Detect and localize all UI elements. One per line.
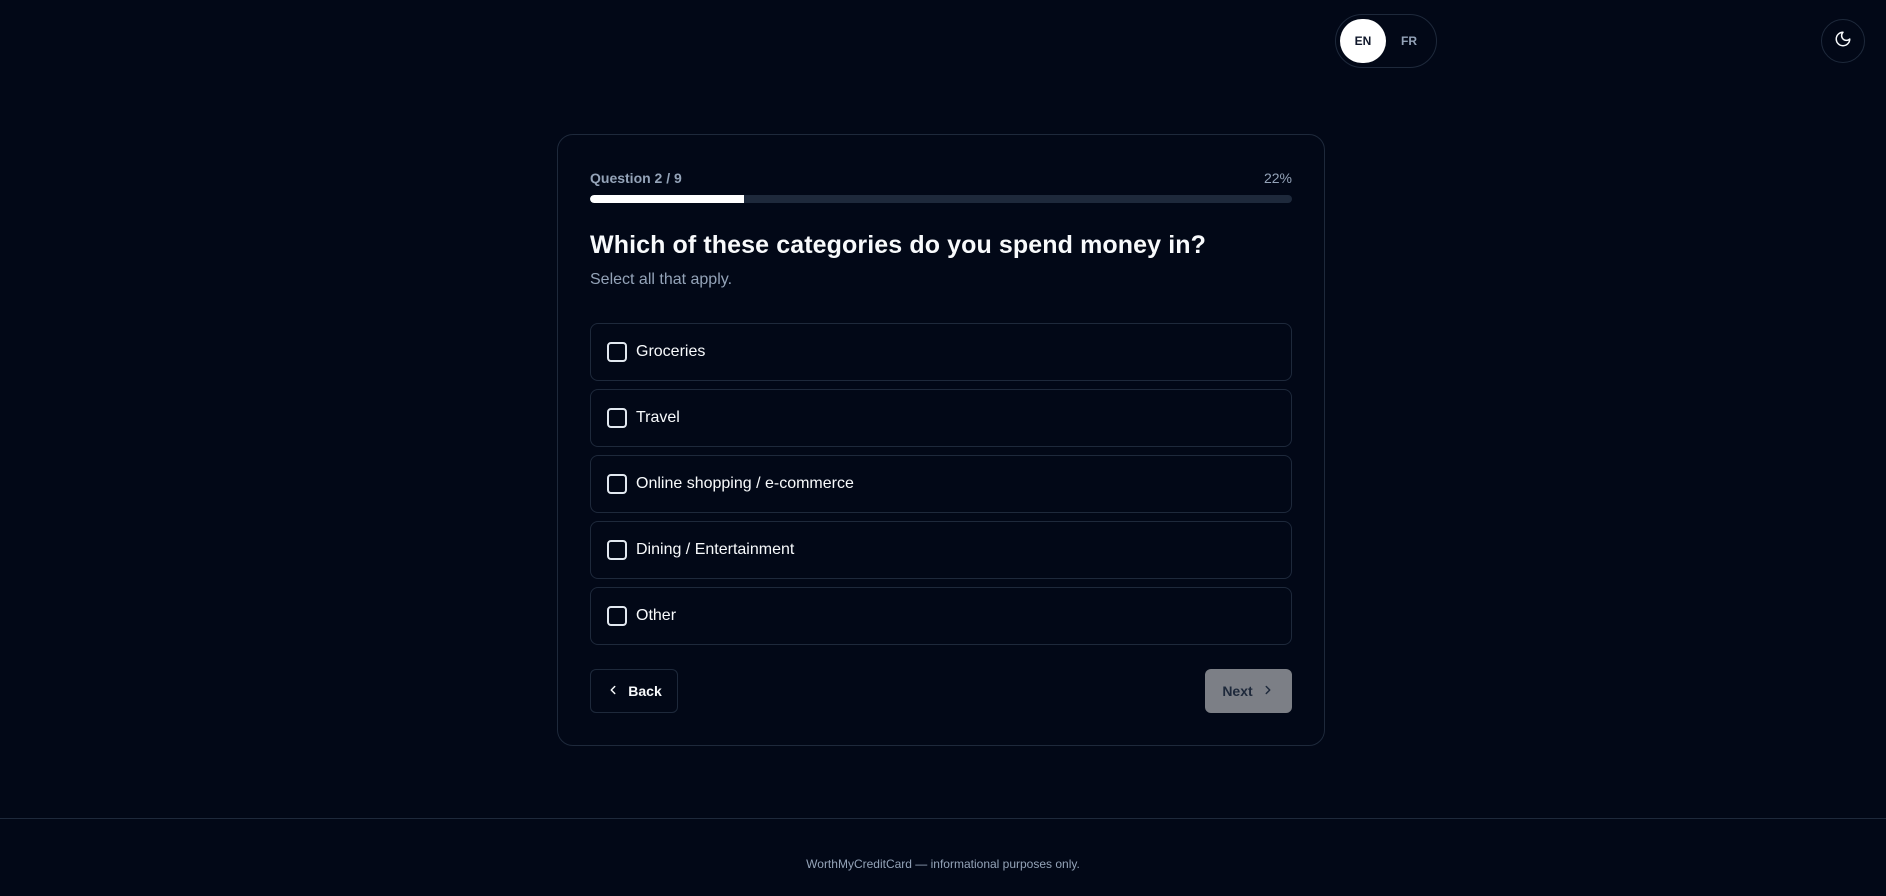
question-counter: Question 2 / 9 bbox=[590, 170, 682, 186]
option-label: Online shopping / e-commerce bbox=[636, 475, 854, 492]
moon-icon bbox=[1834, 30, 1852, 53]
checkbox[interactable] bbox=[607, 606, 627, 626]
option-travel[interactable]: Travel bbox=[590, 389, 1292, 447]
progress-meta: Question 2 / 9 22% bbox=[590, 170, 1292, 186]
option-label: Dining / Entertainment bbox=[636, 541, 795, 558]
footer-text: WorthMyCreditCard — informational purpos… bbox=[806, 857, 1080, 871]
option-online-shopping[interactable]: Online shopping / e-commerce bbox=[590, 455, 1292, 513]
checkbox[interactable] bbox=[607, 540, 627, 560]
question-title: Which of these categories do you spend m… bbox=[590, 231, 1206, 259]
chevron-right-icon bbox=[1261, 683, 1275, 700]
page: EN FR Question 2 / 9 22% Which of these … bbox=[0, 0, 1886, 896]
next-button[interactable]: Next bbox=[1205, 669, 1292, 713]
next-button-label: Next bbox=[1222, 683, 1253, 699]
checkbox[interactable] bbox=[607, 408, 627, 428]
options-list: Groceries Travel Online shopping / e-com… bbox=[590, 323, 1292, 653]
progress-bar-fill bbox=[590, 195, 745, 203]
footer-divider bbox=[0, 818, 1886, 819]
checkbox[interactable] bbox=[607, 342, 627, 362]
option-label: Travel bbox=[636, 409, 680, 426]
checkbox[interactable] bbox=[607, 474, 627, 494]
language-option-en[interactable]: EN bbox=[1340, 19, 1386, 63]
theme-toggle-button[interactable] bbox=[1821, 19, 1865, 63]
option-dining-entertainment[interactable]: Dining / Entertainment bbox=[590, 521, 1292, 579]
progress-percent: 22% bbox=[1263, 170, 1292, 186]
option-label: Other bbox=[636, 607, 677, 624]
chevron-left-icon bbox=[606, 683, 620, 700]
back-button[interactable]: Back bbox=[590, 669, 678, 713]
language-option-fr[interactable]: FR bbox=[1386, 19, 1432, 63]
option-other[interactable]: Other bbox=[590, 587, 1292, 645]
question-hint: Select all that apply. bbox=[590, 271, 733, 288]
option-groceries[interactable]: Groceries bbox=[590, 323, 1292, 381]
back-button-label: Back bbox=[628, 683, 662, 699]
progress-bar bbox=[590, 195, 1292, 203]
language-toggle: EN FR bbox=[1335, 14, 1437, 68]
option-label: Groceries bbox=[636, 343, 706, 360]
quiz-card: Question 2 / 9 22% Which of these catego… bbox=[557, 134, 1325, 746]
